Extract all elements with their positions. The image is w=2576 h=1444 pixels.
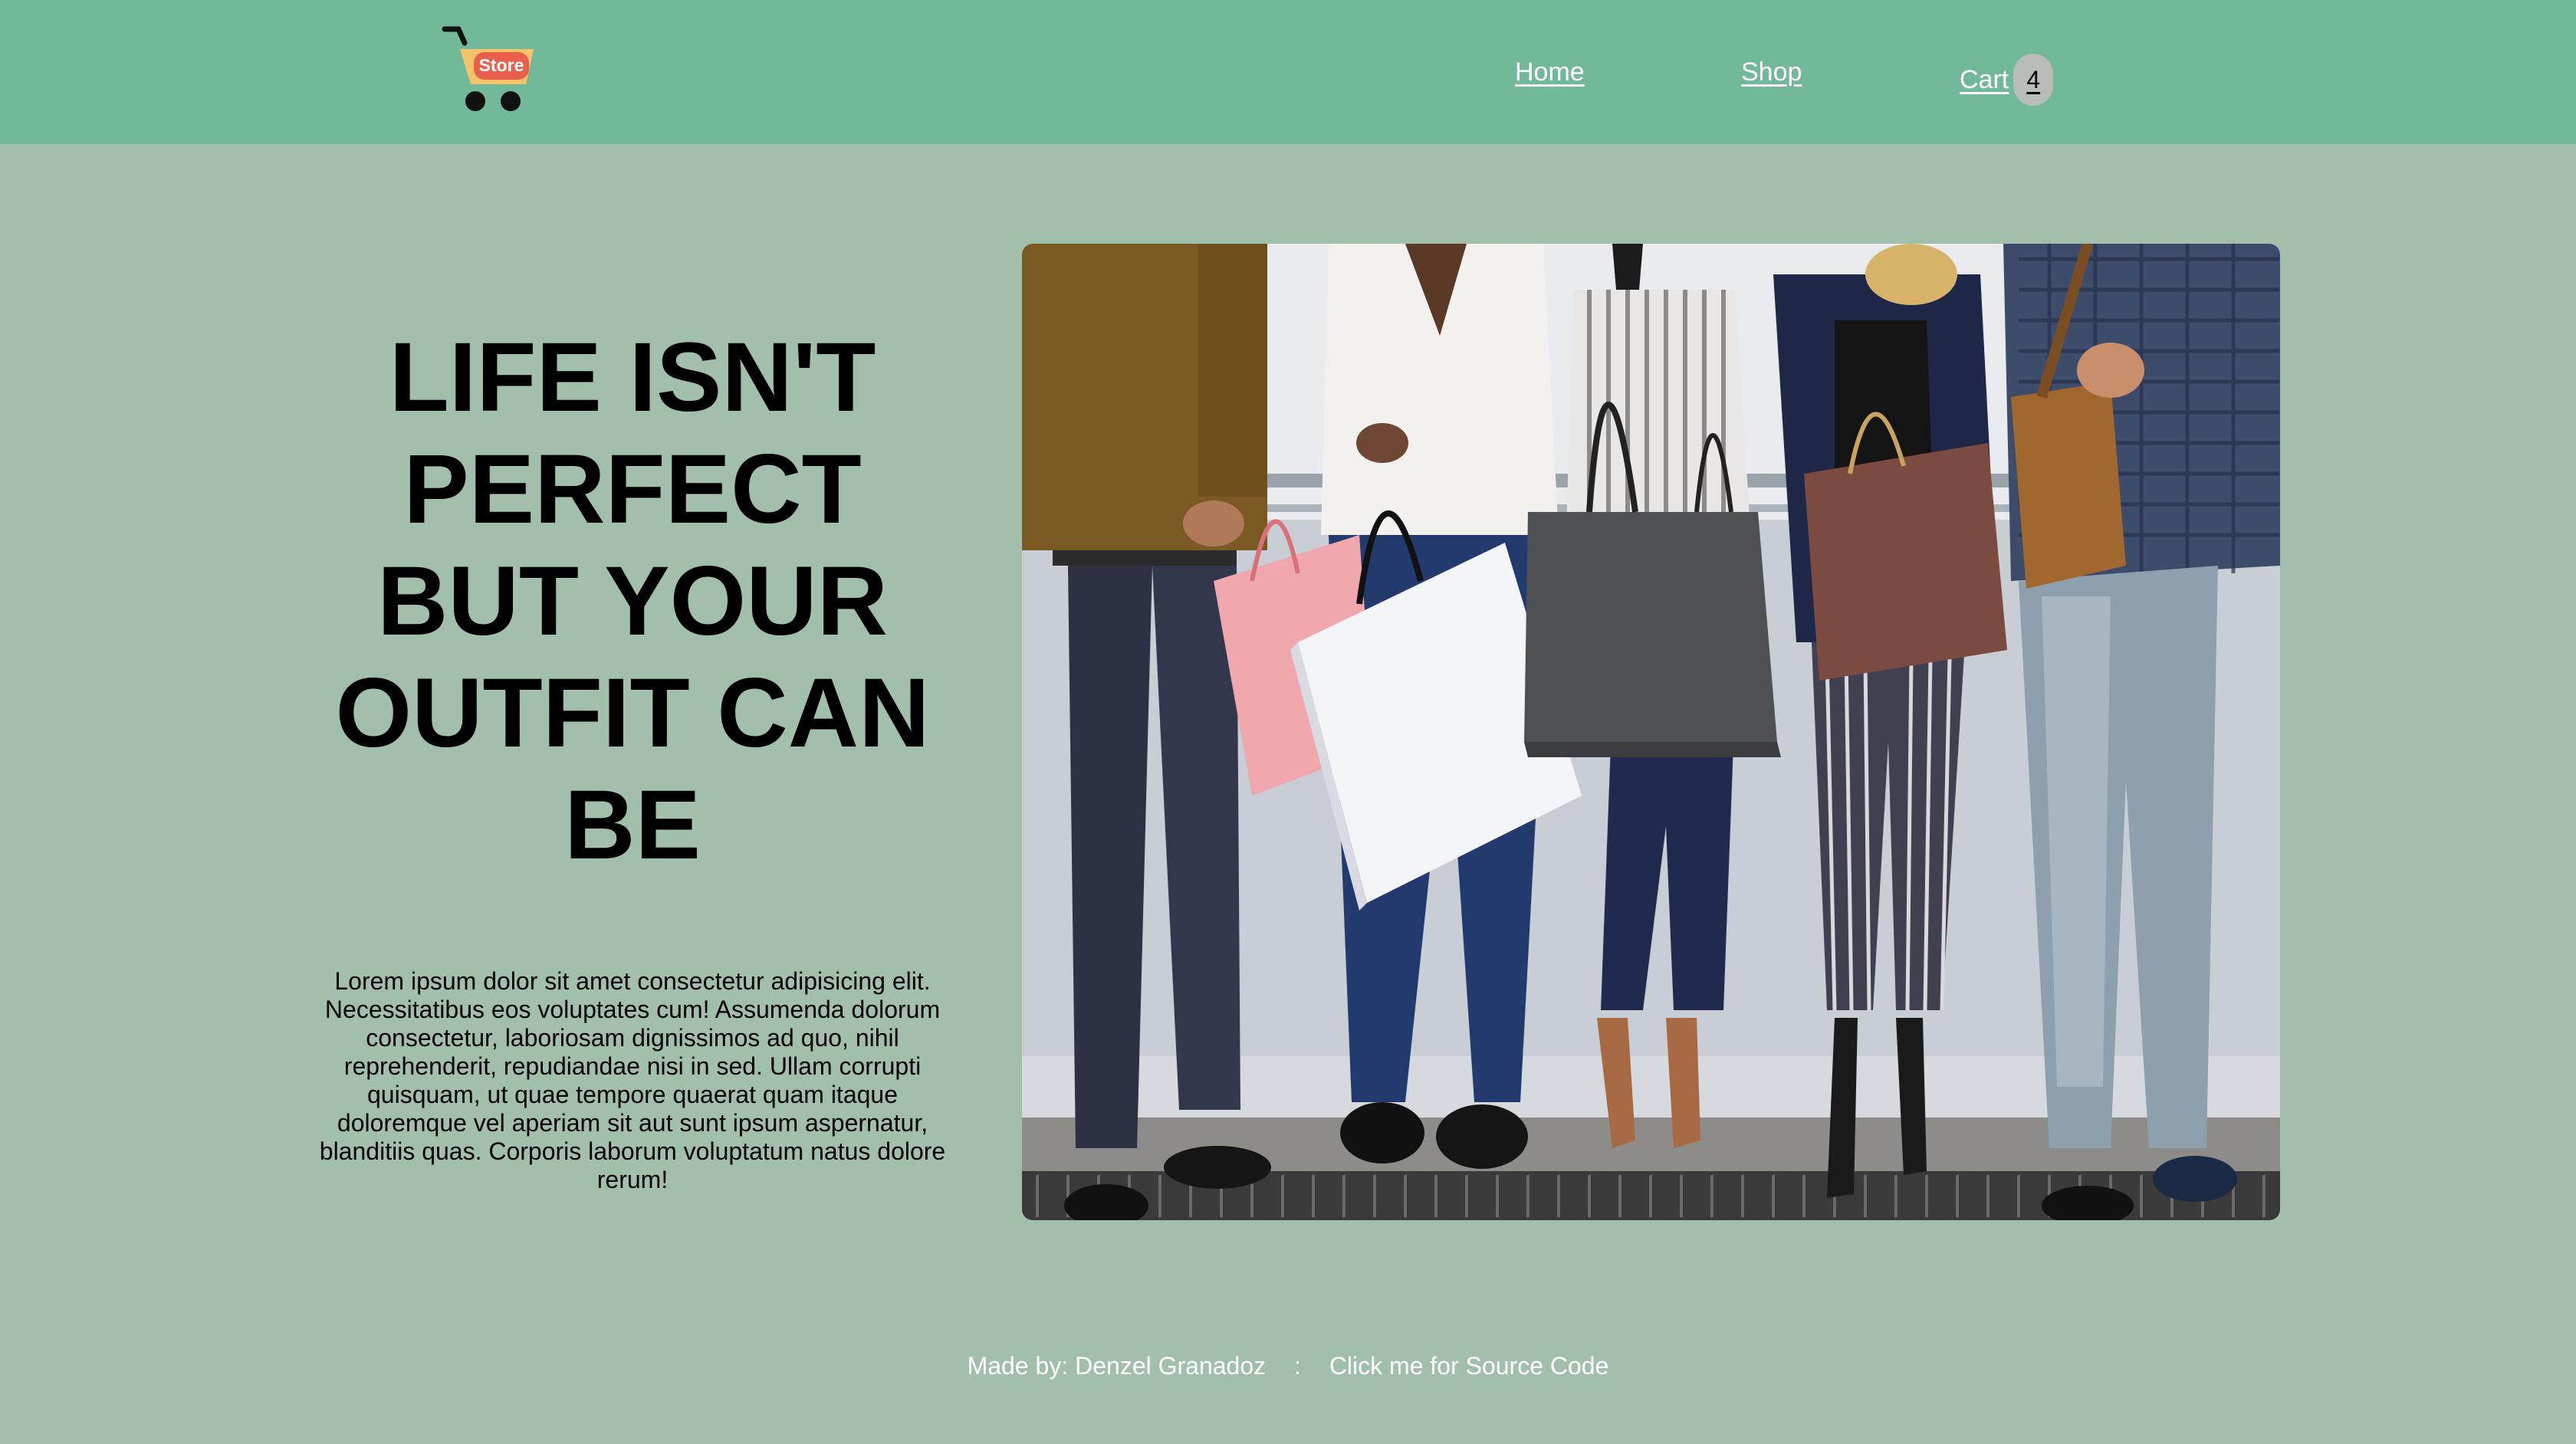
nav-shop-link[interactable]: Shop [1741,54,1802,90]
page: Store Home Shop Cart 4 LIFE ISN'T PERFEC… [0,0,2576,1444]
cart-count-badge: 4 [2013,54,2054,106]
hero-description: Lorem ipsum dolor sit amet consectetur a… [319,967,946,1193]
hero-photo-shoppers [1022,244,2280,1220]
footer-separator: : [1294,1352,1301,1380]
hero-headline: LIFE ISN'T PERFECT BUT YOUR OUTFIT CAN B… [307,322,958,881]
headline-line: LIFE ISN'T [389,323,876,432]
logo-badge-text: Store [479,55,524,75]
headline-line: BE [564,770,701,880]
nav-home-link[interactable]: Home [1515,54,1585,90]
shopping-cart-icon: Store [442,26,534,111]
site-footer: Made by: Denzel Granadoz : Click me for … [0,1352,2576,1380]
store-logo[interactable]: Store [437,21,544,117]
nav-cart-link[interactable]: Cart 4 [1960,54,2054,106]
cart-label: Cart [1960,65,2009,94]
headline-line: PERFECT [403,435,862,544]
headline-line: OUTFIT CAN [335,658,930,768]
headline-line: BUT YOUR [376,546,889,656]
footer-credit: Made by: Denzel Granadoz [967,1352,1267,1380]
source-code-link[interactable]: Click me for Source Code [1329,1352,1609,1380]
site-header: Store Home Shop Cart 4 [0,0,2576,144]
